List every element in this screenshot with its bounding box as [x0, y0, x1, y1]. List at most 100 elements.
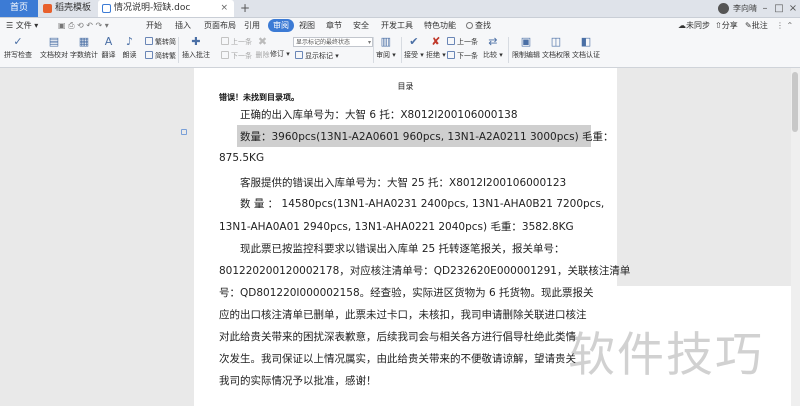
delete-comment-button[interactable]: ✖ 删除: [255, 35, 270, 60]
tab-chapter[interactable]: 章节: [326, 18, 342, 33]
page-title: 目录: [397, 82, 414, 91]
next-comment-button[interactable]: 下一条: [221, 51, 252, 61]
tab-template-label: 稻壳模板: [55, 3, 92, 13]
tab-document-label: 情况说明-短缺.doc: [114, 3, 191, 13]
close-tab-icon[interactable]: ×: [220, 0, 228, 17]
word-count-button[interactable]: ▦ 字数统计: [70, 35, 98, 60]
cloud-icon: ☁: [678, 21, 686, 30]
toolbar-divider: [373, 37, 374, 63]
read-aloud-button[interactable]: ♪ 朗读: [122, 35, 137, 60]
doc-cert-button[interactable]: ◧ 文档认证: [572, 35, 600, 60]
more-options-icon[interactable]: ⋮ ⌃: [776, 18, 793, 33]
menu-bar: ☰ 文件 ▾ ▣ ⎙ ⟲ ↶ ↷ ▾ 开始 插入 页面布局 引用 审阅 视图 章…: [0, 18, 800, 33]
tab-references[interactable]: 引用: [244, 18, 260, 33]
share-button[interactable]: ⇧分享: [715, 18, 738, 33]
translate-button[interactable]: A 翻译: [101, 35, 116, 60]
word-doc-icon: [102, 4, 111, 13]
add-tab-button[interactable]: +: [238, 0, 252, 16]
spellcheck-icon: ✓: [13, 35, 23, 48]
show-markup-button[interactable]: 显示标记 ▾: [295, 51, 339, 61]
search-icon: [466, 22, 473, 29]
insert-comment-icon: ✚: [191, 35, 201, 48]
compare-icon: ⇄: [488, 35, 498, 48]
prev-change-icon: [447, 37, 455, 45]
maximize-icon[interactable]: □: [772, 0, 786, 17]
toolbar-divider: [401, 37, 402, 63]
tab-start[interactable]: 开始: [146, 18, 162, 33]
tab-page-layout[interactable]: 页面布局: [204, 18, 236, 33]
trad-simp-icon: [145, 37, 153, 45]
doc-line: 数 量 ： 14580pcs(13N1-AHA0231 2400pcs, 13N…: [240, 198, 605, 210]
permission-icon: ◫: [550, 35, 562, 48]
toolbar-divider: [508, 37, 509, 63]
accept-icon: ✔: [409, 35, 419, 48]
tab-template[interactable]: 稻壳模板: [39, 0, 96, 17]
doc-line: 对此给贵关带来的困扰深表歉意，后续我司会与相关各方进行倡导杜绝此类情: [219, 331, 576, 343]
doc-line: 801220200120002178，对应核注清单号：QD232620E0000…: [219, 265, 631, 277]
doc-line: 应的出口核注清单已删单，此票未过卡口，未核扣，我司申请删除关联进口核注: [219, 309, 587, 321]
scrollbar-thumb[interactable]: [792, 72, 798, 132]
doc-line: 875.5KG: [219, 152, 265, 164]
close-window-icon[interactable]: ×: [786, 0, 800, 17]
reject-button[interactable]: ✘ 拒绝 ▾: [426, 35, 446, 60]
delete-comment-icon: ✖: [257, 35, 268, 48]
revision-button[interactable]: 修订 ▾: [270, 49, 290, 59]
compare-button[interactable]: ⇄ 比较 ▾: [483, 35, 503, 60]
next-comment-icon: [221, 51, 229, 59]
tab-security[interactable]: 安全: [353, 18, 369, 33]
tab-document[interactable]: 情况说明-短缺.doc ×: [98, 0, 234, 17]
microphone-icon: ♪: [125, 35, 134, 48]
comment-button[interactable]: ✎批注: [745, 18, 768, 33]
show-markup-icon: [295, 51, 303, 59]
next-change-button[interactable]: 下一条: [447, 51, 478, 61]
review-toolbar: ✓ 拼写检查 ▤ 文档校对 ▦ 字数统计 A 翻译 ♪ 朗读 繁转简 简转繁 ✚ 插入批注 …: [0, 33, 800, 68]
review-pane-button[interactable]: ▥ 审阅 ▾: [376, 35, 396, 60]
insert-comment-button[interactable]: ✚ 插入批注: [182, 35, 210, 60]
avatar[interactable]: [718, 3, 729, 14]
prev-comment-button[interactable]: 上一条: [221, 37, 252, 47]
toolbar-divider: [178, 37, 179, 63]
simp-trad-icon: [145, 51, 153, 59]
prev-comment-icon: [221, 37, 229, 45]
markup-state-select[interactable]: 显示标记的最终状态 ▾: [293, 37, 373, 47]
doc-line: 客服提供的错误出入库单号为：大智 25 托：X8012I200106000123: [240, 177, 567, 189]
doc-line: 号：QD801220I000002158。经查验，实际进区货物为 6 托货物。现…: [219, 287, 594, 299]
quick-access-icons[interactable]: ▣ ⎙ ⟲ ↶ ↷ ▾: [58, 18, 109, 33]
reject-icon: ✘: [431, 35, 441, 48]
translate-icon: A: [104, 35, 113, 48]
doc-line: 我司的实际情况予以批准，感谢！: [219, 375, 377, 387]
spellcheck-button[interactable]: ✓ 拼写检查: [4, 35, 32, 60]
doc-line: 次发生。我司保证以上情况属实，由此给贵关带来的不便敬请谅解，望请贵关: [219, 353, 576, 365]
tab-developer[interactable]: 开发工具: [381, 18, 413, 33]
tab-home[interactable]: 首页: [0, 0, 38, 17]
doc-line: 13N1-AHA0A01 2940pcs, 13N1-AHA0221 2040p…: [219, 221, 574, 233]
comment-icon: ✎: [745, 21, 752, 30]
doc-permission-button[interactable]: ◫ 文档权限: [542, 35, 570, 60]
toc-error-text: 错误！未找到目录项。: [219, 93, 299, 102]
prev-change-button[interactable]: 上一条: [447, 37, 478, 47]
doc-line: 正确的出入库单号为：大智 6 托：X8012I200106000138: [240, 109, 518, 121]
doc-line-selected: 数量：3960pcs(13N1-A2A0601 960pcs, 13N1-A2A…: [240, 131, 614, 143]
lock-icon: ▣: [520, 35, 532, 48]
minimize-icon[interactable]: –: [758, 0, 772, 17]
paragraph-marker-icon[interactable]: [181, 129, 187, 135]
tab-review[interactable]: 审阅: [268, 19, 294, 32]
review-pane-icon: ▥: [380, 35, 392, 48]
file-menu[interactable]: ☰ 文件 ▾: [6, 18, 38, 33]
word-count-icon: ▦: [78, 35, 90, 48]
next-change-icon: [447, 51, 455, 59]
tab-features[interactable]: 特色功能: [424, 18, 456, 33]
tab-insert[interactable]: 插入: [175, 18, 191, 33]
certificate-icon: ◧: [580, 35, 592, 48]
simp-to-trad-button[interactable]: 简转繁: [145, 51, 176, 61]
user-name[interactable]: 李向晴: [733, 0, 757, 17]
proof-icon: ▤: [48, 35, 60, 48]
chevron-down-icon: ▾: [367, 39, 371, 46]
restrict-edit-button[interactable]: ▣ 限制编辑: [512, 35, 540, 60]
tab-view[interactable]: 视图: [299, 18, 315, 33]
doc-proof-button[interactable]: ▤ 文档校对: [40, 35, 68, 60]
sync-status[interactable]: ☁未同步: [678, 18, 710, 33]
search-command[interactable]: 查找: [466, 18, 491, 33]
trad-to-simp-button[interactable]: 繁转简: [145, 37, 176, 47]
accept-button[interactable]: ✔ 接受 ▾: [404, 35, 424, 60]
